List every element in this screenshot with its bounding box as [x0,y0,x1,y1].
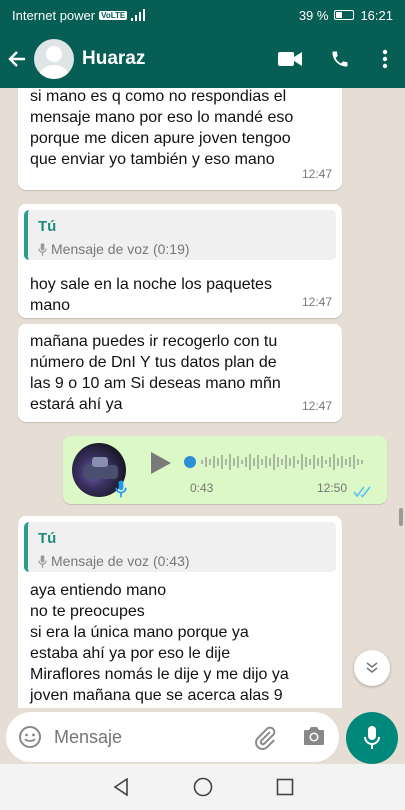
voice-duration: 0:43 [190,481,214,495]
read-ticks-icon [353,486,371,498]
clock: 16:21 [360,7,393,23]
battery-icon [334,10,355,20]
voice-waveform[interactable] [183,452,373,472]
message-line: mañana puedes ir recogerlo con tu [30,333,278,350]
message-line: porque me dicen apure joven tengoo [30,130,291,147]
emoji-icon[interactable] [18,725,42,749]
message-line: que enviar yo también y eso mano [30,151,275,168]
message-line: Miraflores nomás le dije y me dijo ya [30,666,289,683]
chat-header: Huaraz [0,30,405,88]
play-icon [151,452,171,474]
scroll-to-bottom-button[interactable] [354,650,390,686]
message-time: 12:50 [316,481,347,495]
message-time: 12:47 [301,399,332,413]
message-line: si era la única mano porque ya [30,624,249,641]
scrollbar[interactable] [399,508,403,526]
quote-text: Mensaje de voz (0:43) [51,553,190,569]
quoted-message[interactable]: Tú Mensaje de voz (0:19) [24,210,336,260]
quoted-message[interactable]: Tú Mensaje de voz (0:43) [24,522,336,572]
mic-icon [38,555,47,568]
voice-call-button[interactable] [315,30,365,88]
message-bubble[interactable]: mañana puedes ir recogerlo con tu número… [18,324,342,422]
phone-icon [332,51,348,67]
message-composer [0,708,405,764]
message-line: hoy sale en la noche los paquetes [30,276,272,293]
camera-icon[interactable] [302,725,326,747]
message-time: 12:47 [301,167,332,181]
back-arrow-icon [8,51,25,67]
message-line: mano [30,297,71,314]
message-bubble[interactable]: si mano es q como no respondias el mensa… [18,88,342,190]
chat-area[interactable]: si mano es q como no respondias el mensa… [0,88,405,708]
message-bubble[interactable]: Tú Mensaje de voz (0:43) aya entiendo ma… [18,516,342,708]
nav-back-icon[interactable] [112,778,130,796]
play-button[interactable] [147,450,173,476]
mic-icon [115,480,127,498]
mic-icon [364,726,380,749]
attach-icon[interactable] [252,725,278,751]
avatar[interactable] [34,39,74,79]
quote-author: Tú [38,218,57,235]
message-line: número de DnI Y tus datos plan de [30,354,277,371]
message-line: mensaje mano por eso lo mandé eso [30,109,294,126]
video-call-button[interactable] [265,30,315,88]
message-line: estará ahí ya [30,396,123,413]
contact-name[interactable]: Huaraz [82,48,265,70]
message-bubble[interactable]: Tú Mensaje de voz (0:19) hoy sale en la … [18,204,342,318]
quote-text: Mensaje de voz (0:19) [51,241,190,257]
volte-badge: VoLTE [99,10,128,20]
voice-message-bubble[interactable]: 0:43 12:50 [63,436,387,504]
nav-recents-icon[interactable] [276,778,294,796]
message-line: no te preocupes [30,603,145,620]
battery-level: 39 % [298,7,329,23]
message-line: si mano es q como no respondias el [30,88,287,105]
more-options-button[interactable] [365,30,405,88]
back-button[interactable] [0,30,34,88]
mic-icon [38,243,47,256]
carrier-name: Internet power [12,7,96,23]
video-call-icon [278,52,302,66]
message-line: joven mañana que se acerca alas 9 [30,687,283,704]
message-line: aya entiendo mano [30,582,167,599]
quote-author: Tú [38,530,57,547]
nav-home-icon[interactable] [193,777,213,797]
signal-icon [131,9,146,21]
more-options-icon [382,49,388,69]
message-input[interactable] [54,726,234,748]
message-time: 12:47 [301,295,332,309]
message-line: las 9 o 10 am Si deseas mano mñn [30,375,281,392]
status-bar: Internet power VoLTE 39 % 16:21 [0,0,405,30]
chevron-down-icon [366,662,378,674]
message-line: estaba ahí ya por eso le dije [30,645,231,662]
message-input-box[interactable] [6,712,339,762]
record-voice-button[interactable] [346,712,398,764]
system-nav-bar [0,764,405,810]
